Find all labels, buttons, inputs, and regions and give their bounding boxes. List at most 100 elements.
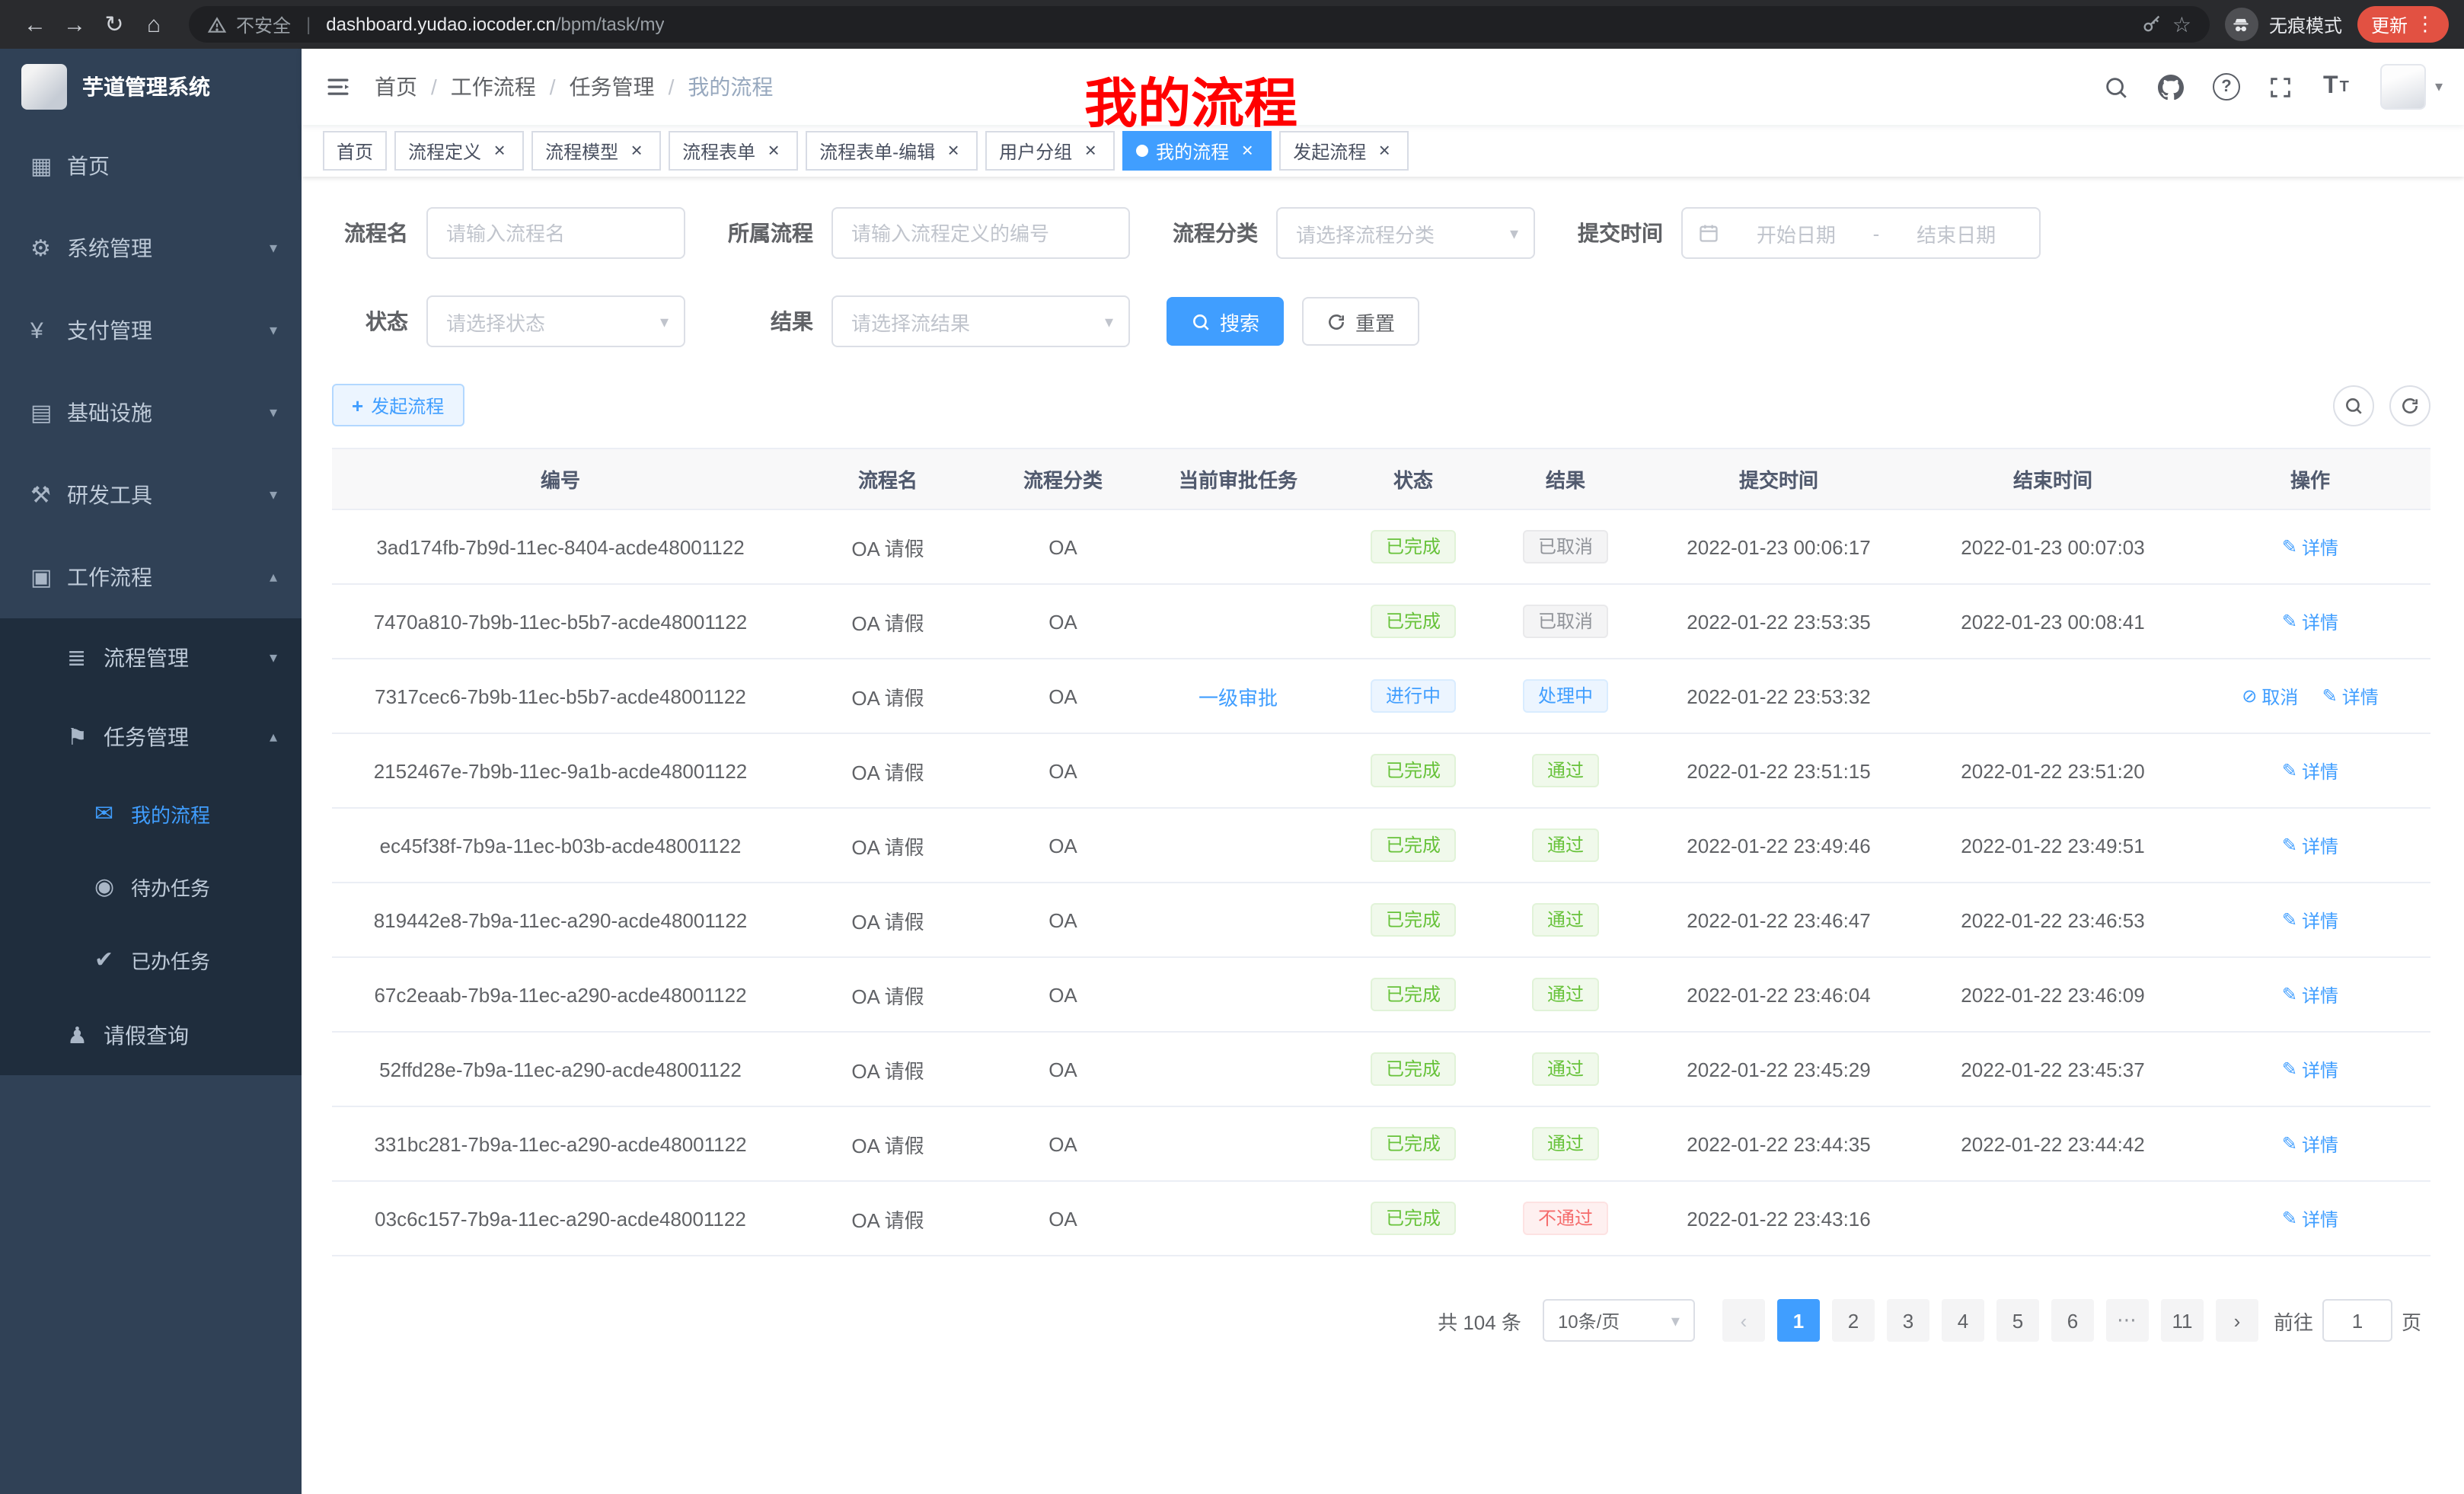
sidebar-menu-item[interactable]: ▤ 基础设施 ▾ xyxy=(0,372,302,454)
detail-button[interactable]: ✎详情 xyxy=(2282,907,2338,933)
calendar-icon xyxy=(1698,222,1719,244)
reload-icon[interactable]: ↻ xyxy=(94,5,134,44)
detail-button[interactable]: ✎详情 xyxy=(2282,1205,2338,1231)
page-number-button[interactable]: 5 xyxy=(1996,1299,2039,1342)
view-tab[interactable]: 流程表单-编辑 × xyxy=(806,131,978,171)
cell-result: 不通过 xyxy=(1489,1181,1642,1256)
sidebar-menu-item[interactable]: ◉ 待办任务 xyxy=(0,850,302,923)
sidebar-menu-item[interactable]: ⚙ 系统管理 ▾ xyxy=(0,207,302,289)
page-number-button[interactable]: 11 xyxy=(2161,1299,2204,1342)
security-warning-icon[interactable] xyxy=(207,14,227,34)
detail-button[interactable]: ✎详情 xyxy=(2282,982,2338,1007)
detail-button[interactable]: ✎详情 xyxy=(2282,1131,2338,1157)
font-size-icon[interactable]: TT xyxy=(2313,61,2359,113)
sidebar-menu-item[interactable]: ⚒ 研发工具 ▾ xyxy=(0,454,302,536)
prev-page-button[interactable]: ‹ xyxy=(1722,1299,1765,1342)
table-toolbar: + 发起流程 xyxy=(332,384,2430,426)
avatar-image xyxy=(2380,64,2426,110)
category-select[interactable]: 请选择流程分类 ▾ xyxy=(1276,207,1535,259)
submit-time-range-picker[interactable]: 开始日期 - 结束日期 xyxy=(1681,207,2041,259)
toggle-search-button[interactable] xyxy=(2333,385,2374,426)
page-size-select[interactable]: 10条/页 ▾ xyxy=(1543,1299,1695,1342)
view-tab[interactable]: 用户分组 × xyxy=(985,131,1115,171)
view-tab[interactable]: 发起流程 × xyxy=(1279,131,1409,171)
home-icon[interactable]: ⌂ xyxy=(134,5,174,44)
detail-button[interactable]: ✎详情 xyxy=(2282,758,2338,784)
cell-actions: ⊘ ✎详情 xyxy=(2190,509,2430,584)
tab-close-icon[interactable]: × xyxy=(1237,140,1258,161)
detail-button[interactable]: ✎详情 xyxy=(2322,683,2379,709)
sidebar-menu-item[interactable]: ✔ 已办任务 xyxy=(0,923,302,996)
incognito-icon xyxy=(2225,8,2258,41)
password-key-icon[interactable] xyxy=(2142,14,2163,35)
sidebar-menu-item[interactable]: ▣ 工作流程 ▴ xyxy=(0,536,302,618)
breadcrumb-item[interactable]: 任务管理 xyxy=(570,72,655,102)
view-tab[interactable]: 流程模型 × xyxy=(531,131,661,171)
app-logo[interactable]: 芋道管理系统 xyxy=(0,49,302,125)
github-icon[interactable] xyxy=(2149,61,2194,113)
sidebar-menu-item[interactable]: ≣ 流程管理 ▾ xyxy=(0,618,302,698)
sidebar-menu-item[interactable]: ⚑ 任务管理 ▴ xyxy=(0,698,302,777)
view-tab[interactable]: 流程表单 × xyxy=(669,131,798,171)
tab-close-icon[interactable]: × xyxy=(763,140,784,161)
status-tag: 已完成 xyxy=(1371,754,1456,787)
view-tab[interactable]: 流程定义 × xyxy=(394,131,524,171)
page-numbers: 123456 ⋯ 11 xyxy=(1771,1299,2210,1342)
page-number-button[interactable]: ⋯ xyxy=(2106,1299,2149,1342)
back-icon[interactable]: ← xyxy=(15,5,55,44)
menu-item-label: 任务管理 xyxy=(104,722,260,752)
fullscreen-icon[interactable] xyxy=(2258,61,2304,113)
process-def-input[interactable] xyxy=(831,207,1130,259)
page-number-button[interactable]: 2 xyxy=(1832,1299,1875,1342)
user-avatar[interactable]: ▾ xyxy=(2380,64,2443,110)
tab-close-icon[interactable]: × xyxy=(943,140,964,161)
view-tab[interactable]: 我的流程 × xyxy=(1122,131,1272,171)
address-bar[interactable]: 不安全 | dashboard.yudao.iocoder.cn/bpm/tas… xyxy=(189,6,2210,43)
update-button[interactable]: 更新 ⋮ xyxy=(2357,6,2449,43)
detail-button[interactable]: ✎详情 xyxy=(2282,608,2338,634)
current-task-link[interactable]: 一级审批 xyxy=(1198,686,1278,709)
cell-process-name: OA 请假 xyxy=(789,1032,987,1106)
sidebar-menu-item[interactable]: ▦ 首页 xyxy=(0,125,302,207)
detail-button[interactable]: ✎详情 xyxy=(2282,534,2338,560)
bookmark-star-icon[interactable]: ☆ xyxy=(2172,11,2191,37)
result-select[interactable]: 请选择流结果 ▾ xyxy=(831,295,1130,347)
end-date-placeholder: 结束日期 xyxy=(1888,219,2024,247)
canc el-button[interactable]: ⊘取消 xyxy=(2242,683,2298,709)
sidebar-menu-item[interactable]: ✉ 我的流程 xyxy=(0,777,302,850)
detail-button[interactable]: ✎详情 xyxy=(2282,1056,2338,1082)
search-icon[interactable] xyxy=(2094,61,2140,113)
next-page-button[interactable]: › xyxy=(2216,1299,2258,1342)
page-number-button[interactable]: 3 xyxy=(1887,1299,1929,1342)
refresh-table-button[interactable] xyxy=(2389,385,2430,426)
menu-arrow-icon: ▴ xyxy=(270,569,277,586)
sidebar-menu-item[interactable]: ♟ 请假查询 xyxy=(0,996,302,1075)
page-number-button[interactable]: 4 xyxy=(1942,1299,1984,1342)
view-tab[interactable]: 首页 × xyxy=(323,131,387,171)
page-url[interactable]: dashboard.yudao.iocoder.cn/bpm/task/my xyxy=(326,14,664,35)
table-row: 52ffd28e-7b9a-11ec-a290-acde48001122 OA … xyxy=(332,1032,2430,1106)
page-number-button[interactable]: 6 xyxy=(2051,1299,2094,1342)
create-process-button[interactable]: + 发起流程 xyxy=(332,384,464,426)
tab-close-icon[interactable]: × xyxy=(1080,140,1101,161)
tab-close-icon[interactable]: × xyxy=(489,140,510,161)
reset-button[interactable]: 重置 xyxy=(1302,297,1419,346)
help-icon[interactable]: ? xyxy=(2213,73,2240,101)
process-name-input[interactable] xyxy=(426,207,685,259)
forward-icon[interactable]: → xyxy=(55,5,94,44)
detail-button[interactable]: ✎详情 xyxy=(2282,832,2338,858)
status-select[interactable]: 请选择状态 ▾ xyxy=(426,295,685,347)
search-button[interactable]: 搜索 xyxy=(1167,297,1284,346)
sidebar-menu-item[interactable]: ¥ 支付管理 ▾ xyxy=(0,289,302,372)
page-number-button[interactable]: 1 xyxy=(1777,1299,1820,1342)
refresh-glyph xyxy=(1326,311,1346,331)
sidebar-toggle-icon[interactable] xyxy=(302,73,375,101)
page-jump-input[interactable] xyxy=(2322,1299,2392,1342)
browser-menu-icon[interactable]: ⋮ xyxy=(2415,12,2435,37)
breadcrumb-item[interactable]: 首页 xyxy=(375,72,417,102)
breadcrumb-item[interactable]: 我的流程 xyxy=(688,72,773,102)
cell-submit-time: 2022-01-22 23:44:35 xyxy=(1642,1106,1916,1181)
breadcrumb-item[interactable]: 工作流程 xyxy=(451,72,536,102)
tab-close-icon[interactable]: × xyxy=(1374,140,1395,161)
tab-close-icon[interactable]: × xyxy=(626,140,647,161)
